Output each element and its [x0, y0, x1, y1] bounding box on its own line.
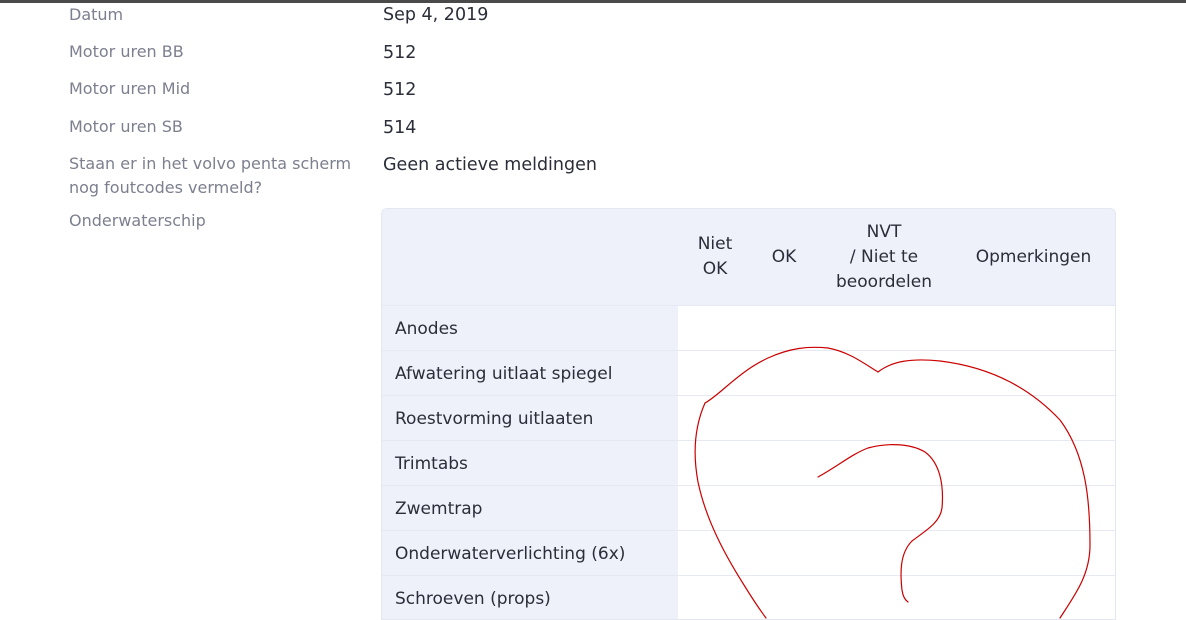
datum-label: Datum: [69, 5, 124, 24]
onderwaterschip-label: Onderwaterschip: [69, 211, 206, 230]
table-row: Roestvorming uitlaaten: [382, 395, 1115, 441]
row-label-trimtabs: Trimtabs: [382, 441, 678, 486]
row-label-schroeven-props: Schroeven (props): [382, 576, 678, 619]
table-row: Afwatering uitlaat spiegel: [382, 350, 1115, 396]
column-header-niet-ok: Niet OK: [697, 234, 733, 279]
table-row: Onderwaterverlichting (6x): [382, 530, 1115, 576]
motor-uren-mid-value: 512: [383, 80, 417, 100]
onderwaterschip-table: Niet OK OK NVT / Niet te beoordelen Opmerki…: [381, 208, 1116, 620]
foutcodes-label-line1: Staan er in het volvo penta scherm: [69, 154, 352, 173]
table-row: Anodes: [382, 305, 1115, 351]
table-row: Trimtabs: [382, 440, 1115, 486]
table-row: Zwemtrap: [382, 485, 1115, 531]
row-label-afwatering-uitlaat-spiegel: Afwatering uitlaat spiegel: [382, 351, 678, 396]
row-label-anodes: Anodes: [382, 306, 678, 351]
motor-uren-bb-label: Motor uren BB: [69, 42, 184, 61]
column-header-ok: OK: [771, 246, 797, 267]
table-row: Schroeven (props): [382, 575, 1115, 619]
foutcodes-value: Geen actieve meldingen: [383, 155, 597, 175]
datum-value: Sep 4, 2019: [383, 5, 489, 25]
row-label-roestvorming-uitlaaten: Roestvorming uitlaaten: [382, 396, 678, 441]
row-label-zwemtrap: Zwemtrap: [382, 486, 678, 531]
motor-uren-sb-value: 514: [383, 118, 417, 138]
motor-uren-bb-value: 512: [383, 43, 417, 63]
column-header-opmerkingen: Opmerkingen: [975, 246, 1092, 267]
motor-uren-mid-label: Motor uren Mid: [69, 79, 191, 98]
foutcodes-label-line2: nog foutcodes vermeld?: [69, 178, 263, 197]
table-header: Niet OK OK NVT / Niet te beoordelen Opmerki…: [382, 209, 1115, 305]
motor-uren-sb-label: Motor uren SB: [69, 117, 183, 136]
column-header-nvt: NVT / Niet te beoordelen: [836, 221, 932, 292]
row-label-onderwaterverlichting: Onderwaterverlichting (6x): [382, 531, 678, 576]
